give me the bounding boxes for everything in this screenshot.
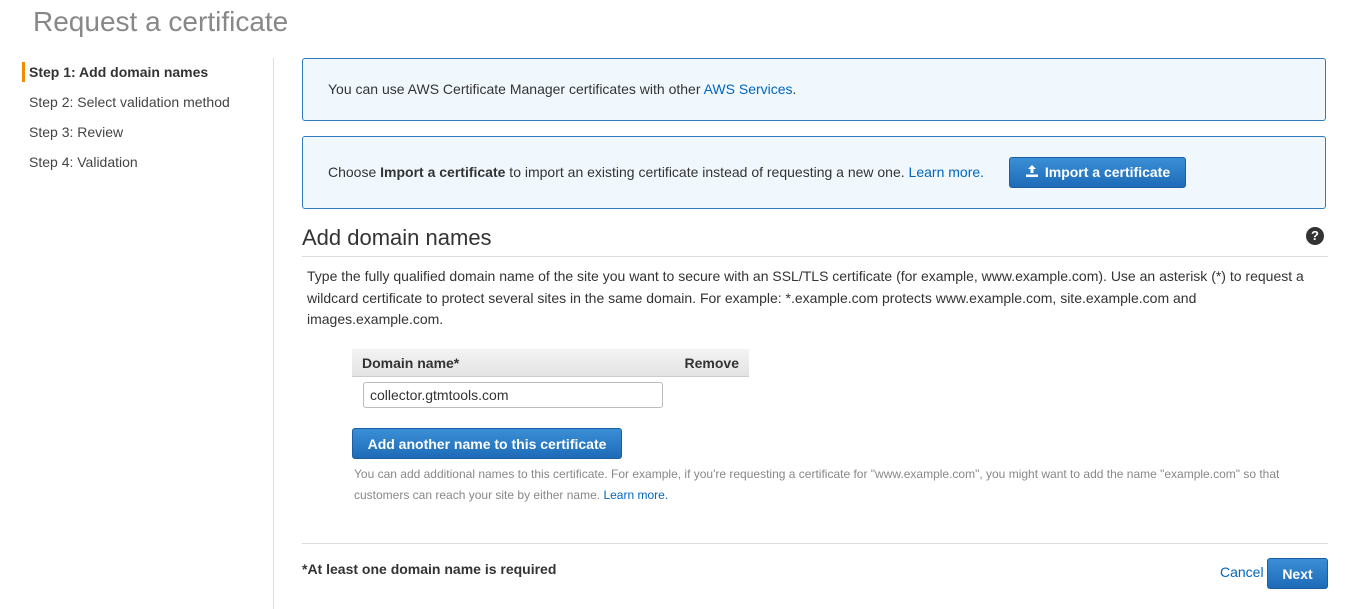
step-validation[interactable]: Step 4: Validation bbox=[22, 152, 272, 172]
footer-divider bbox=[302, 543, 1328, 544]
domain-table: Domain name* Remove bbox=[352, 349, 749, 408]
help-icon[interactable]: ? bbox=[1306, 227, 1324, 245]
import-learn-more-link[interactable]: Learn more. bbox=[909, 164, 984, 180]
upload-icon bbox=[1025, 164, 1039, 181]
section-title: Add domain names bbox=[302, 225, 492, 250]
section-divider bbox=[302, 256, 1328, 257]
column-header-domain-name: Domain name* bbox=[362, 355, 460, 371]
import-info-prefix: Choose bbox=[328, 164, 381, 180]
required-note: *At least one domain name is required bbox=[302, 561, 557, 577]
hint-text: You can add additional names to this cer… bbox=[354, 467, 1280, 502]
services-info-box: You can use AWS Certificate Manager cert… bbox=[302, 58, 1326, 121]
table-header: Domain name* Remove bbox=[352, 349, 749, 377]
wizard-steps: Step 1: Add domain names Step 2: Select … bbox=[22, 62, 272, 182]
sidebar-divider bbox=[273, 58, 274, 609]
page-title: Request a certificate bbox=[33, 6, 289, 37]
cancel-link[interactable]: Cancel bbox=[1220, 564, 1264, 580]
add-names-hint: You can add additional names to this cer… bbox=[354, 464, 1324, 506]
services-info-text: You can use AWS Certificate Manager cert… bbox=[328, 81, 704, 97]
import-info-suffix: to import an existing certificate instea… bbox=[505, 164, 909, 180]
step-add-domain-names[interactable]: Step 1: Add domain names bbox=[22, 62, 272, 82]
add-another-name-button[interactable]: Add another name to this certificate bbox=[352, 428, 622, 459]
hint-learn-more-link[interactable]: Learn more. bbox=[603, 488, 668, 502]
import-button-label: Import a certificate bbox=[1044, 163, 1171, 180]
step-select-validation-method[interactable]: Step 2: Select validation method bbox=[22, 92, 272, 112]
aws-services-link[interactable]: AWS Services bbox=[704, 81, 793, 97]
import-info-bold: Import a certificate bbox=[380, 164, 506, 180]
section-description: Type the fully qualified domain name of … bbox=[307, 268, 1304, 327]
domain-name-input[interactable] bbox=[363, 382, 663, 408]
next-button[interactable]: Next bbox=[1267, 558, 1328, 589]
column-header-remove: Remove bbox=[684, 355, 739, 371]
services-info-suffix: . bbox=[792, 81, 797, 97]
step-review[interactable]: Step 3: Review bbox=[22, 122, 272, 142]
import-certificate-button[interactable]: Import a certificate bbox=[1009, 157, 1186, 188]
import-info-box: Choose Import a certificate to import an… bbox=[302, 136, 1326, 209]
